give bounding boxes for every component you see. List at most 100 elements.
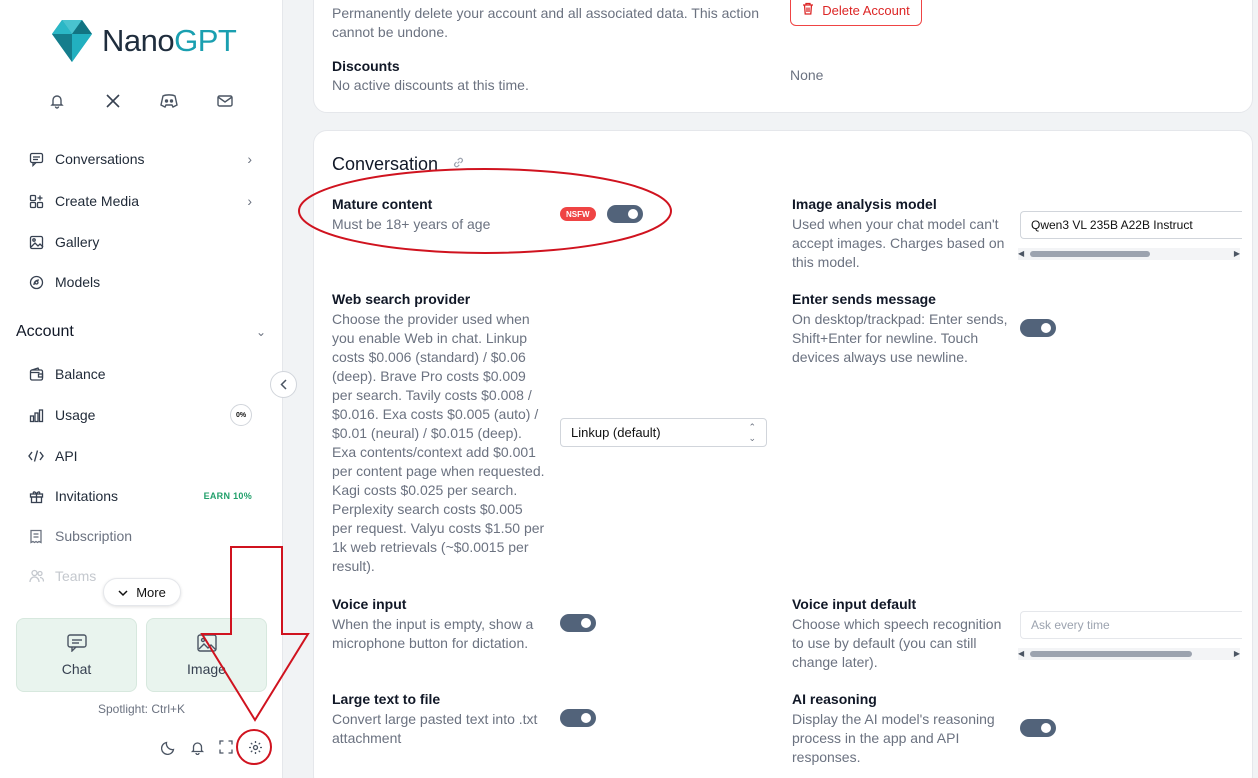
sidebar-item-label: Create Media [55,193,140,209]
chevron-down-icon [118,585,128,600]
more-button[interactable]: More [103,578,181,606]
sidebar-item-subscription[interactable]: Subscription [28,522,252,550]
chevron-right-icon: › [247,193,252,209]
web-search-provider-description: Choose the provider used when you enable… [332,311,545,574]
delete-account-description: Permanently delete your account and all … [332,5,759,40]
image-card[interactable]: Image [146,618,267,692]
more-label: More [136,584,166,600]
logo-icon [52,20,92,62]
sidebar-item-conversations[interactable]: Conversations › [28,145,252,173]
large-text-to-file-label: Large text to file [332,691,441,707]
link-icon[interactable] [452,156,465,172]
chevron-right-icon: › [247,151,252,167]
voice-input-default-description: Choose which speech recognition to use b… [792,616,1002,670]
web-search-provider-select[interactable]: Linkup (default) ⌃ ⌄ [560,418,767,447]
web-search-provider-value: Linkup (default) [571,425,661,440]
large-text-to-file-description: Convert large pasted text into .txt atta… [332,711,538,746]
image-analysis-model-select[interactable]: Qwen3 VL 235B A22B Instruct [1020,211,1242,239]
scroll-left-arrow-icon[interactable]: ◀ [1018,248,1024,260]
ai-reasoning-description: Display the AI model's reasoning process… [792,711,995,765]
select-arrows-icon: ⌃ ⌄ [748,421,756,443]
sidebar-item-create-media[interactable]: Create Media › [28,187,252,215]
scrollbar-thumb[interactable] [1030,651,1192,657]
sidebar-item-label: Gallery [55,234,100,250]
receipt-icon [28,528,44,544]
voice-input-label: Voice input [332,596,407,612]
model-field-scrollbar[interactable]: ◀ ▶ [1018,248,1240,260]
moon-icon[interactable] [160,738,176,756]
delete-account-button[interactable]: Delete Account [790,0,922,26]
image-card-label: Image [187,660,226,677]
logo-text: NanoGPT [102,23,237,58]
bell-icon[interactable] [48,92,66,110]
earn-badge: EARN 10% [203,491,252,501]
sidebar-item-models[interactable]: Models [28,268,252,296]
fullscreen-icon[interactable] [218,738,234,756]
ai-reasoning-toggle[interactable] [1020,719,1056,737]
ai-reasoning-label: AI reasoning [792,691,877,707]
chat-icon [66,633,87,655]
sidebar-item-balance[interactable]: Balance [28,360,252,388]
x-icon[interactable] [104,92,122,110]
grid-plus-icon [28,193,44,209]
large-text-to-file-toggle[interactable] [560,709,596,727]
sidebar-item-label: Balance [55,366,106,382]
sidebar-item-label: Invitations [55,488,119,504]
sidebar-item-label: Subscription [55,528,133,544]
users-icon [28,568,44,584]
chevron-down-icon: ⌄ [255,325,266,339]
enter-sends-message-description: On desktop/trackpad: Enter sends, Shift+… [792,311,1008,365]
discounts-value: None [790,67,824,83]
chevron-left-icon [280,379,287,390]
usage-percent-badge: 0% [230,404,252,426]
voice-input-toggle[interactable] [560,614,596,632]
chat-card[interactable]: Chat [16,618,137,692]
mature-content-description: Must be 18+ years of age [332,216,491,232]
discounts-description: No active discounts at this time. [332,77,529,93]
gift-icon [28,488,44,504]
sidebar-item-label: API [55,448,78,464]
gear-icon[interactable] [247,738,263,756]
account-section-label: Account [16,323,74,340]
image-analysis-model-label: Image analysis model [792,196,937,212]
voice-field-scrollbar[interactable]: ◀ ▶ [1018,648,1240,660]
web-search-provider-label: Web search provider [332,291,471,307]
logo[interactable]: NanoGPT [50,18,237,64]
voice-input-default-select[interactable]: Ask every time [1020,611,1242,639]
social-links [48,92,234,110]
voice-input-default-label: Voice input default [792,596,917,612]
mail-icon[interactable] [216,92,234,110]
models-icon [28,274,44,290]
chat-card-label: Chat [61,660,92,677]
discord-icon[interactable] [160,92,178,110]
sidebar-item-label: Teams [55,568,97,584]
sidebar-item-label: Usage [55,407,96,423]
bar-chart-icon [28,407,44,423]
code-icon [28,448,44,464]
image-analysis-model-description: Used when your chat model can't accept i… [792,216,1005,270]
sidebar-item-usage[interactable]: Usage 0% [28,401,252,429]
voice-input-description: When the input is empty, show a micropho… [332,616,534,651]
sidebar-item-invitations[interactable]: Invitations EARN 10% [28,482,252,510]
sidebar-item-api[interactable]: API [28,442,252,470]
discounts-label: Discounts [332,58,400,74]
scroll-left-arrow-icon[interactable]: ◀ [1018,648,1024,660]
scroll-right-arrow-icon[interactable]: ▶ [1234,248,1240,260]
sidebar-item-gallery[interactable]: Gallery [28,228,252,256]
account-section-header[interactable]: Account ⌄ [16,320,266,344]
sidebar-item-label: Models [55,274,101,290]
enter-sends-message-toggle[interactable] [1020,319,1056,337]
scrollbar-thumb[interactable] [1030,251,1150,257]
bottom-toolbar [160,738,263,756]
mature-content-toggle[interactable] [607,205,643,223]
chat-bubble-icon [28,151,44,167]
nsfw-badge: NSFW [560,207,596,221]
notification-bell-icon[interactable] [189,738,205,756]
scroll-right-arrow-icon[interactable]: ▶ [1234,648,1240,660]
image-icon [196,633,217,655]
trash-icon [802,2,814,18]
collapse-sidebar-button[interactable] [270,371,297,398]
delete-account-label: Delete Account [822,3,910,18]
image-icon [28,234,44,250]
spotlight-hint: Spotlight: Ctrl+K [97,702,186,716]
